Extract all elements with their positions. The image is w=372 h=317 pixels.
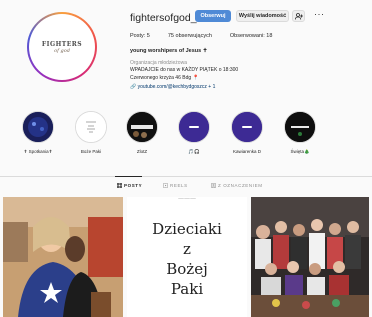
profile-avatar[interactable]: FIGHTERS of god: [27, 12, 97, 82]
profile-stats: Posty: 5 75 obserwujących Obserwowani: 1…: [130, 33, 272, 39]
highlight-label: ZlotZ: [136, 149, 148, 154]
tagged-icon: [211, 183, 216, 188]
post-2-line-1: Dzieciaki: [152, 220, 222, 238]
following-count[interactable]: Obserwowani: 18: [230, 33, 273, 39]
grid-icon: [117, 183, 122, 188]
post-2-line-2: z: [183, 240, 191, 258]
highlight-label: Kawiarenka D: [232, 149, 261, 154]
post-photo-3: [251, 197, 369, 317]
active-tab-indicator: [115, 176, 142, 177]
highlight-label: 🎵🎧: [188, 149, 200, 154]
highlight-zlot[interactable]: ZlotZ: [124, 111, 160, 154]
bio-link[interactable]: 🔗 youtube.com/@kechbydgoszcz + 1: [130, 84, 215, 90]
highlight-label: Święta🎄: [290, 149, 310, 154]
christmas-icon: [284, 111, 316, 143]
tab-tagged-label: Z OZNACZENIEM: [218, 183, 263, 188]
bio-line-schedule: WPADAJCIE do nas w KAŻDY PIĄTEK o 18:300: [130, 67, 239, 73]
post-2-top-decor: ———: [178, 197, 196, 202]
tab-reels-label: REELS: [170, 183, 188, 188]
cross-icon: [22, 111, 54, 143]
highlight-label: Boże Paki: [80, 149, 102, 154]
send-message-button[interactable]: Wyślij wiadomość: [236, 10, 289, 22]
cafe-icon: [231, 111, 263, 143]
follow-button[interactable]: Obserwuj: [195, 10, 231, 22]
suggest-users-button[interactable]: [292, 10, 305, 22]
tab-posts-label: POSTY: [124, 183, 143, 188]
avatar-logo-sub: of god: [54, 47, 70, 54]
avatar-logo-text: FIGHTERS: [41, 40, 83, 48]
avatar-logo: FIGHTERS of god: [29, 14, 95, 80]
highlight-music[interactable]: 🎵🎧: [176, 111, 212, 155]
bio-category: Organizacja młodzieżowa: [130, 60, 187, 66]
bio-line-address: Czerwonego krzyża 46 Bdg 📍: [130, 75, 199, 81]
posts-count[interactable]: Posty: 5: [130, 33, 150, 39]
highlight-label: ✝ Spotkania✝: [23, 149, 53, 154]
post-2-title: Dzieciaki z Bożej Paki: [127, 219, 247, 299]
tab-posts[interactable]: POSTY: [117, 183, 142, 188]
highlight-kawiarenka[interactable]: Kawiarenka D: [229, 111, 265, 154]
profile-username: fightersofgod_: [130, 12, 197, 24]
post-photo-1: [3, 197, 123, 317]
tab-tagged[interactable]: Z OZNACZENIEM: [211, 183, 263, 188]
post-thumbnail-3[interactable]: [251, 197, 369, 317]
more-options-icon[interactable]: ···: [314, 9, 325, 19]
person-plus-icon: [294, 12, 303, 20]
music-icon: [178, 111, 210, 143]
post-2-line-4: Paki: [170, 280, 204, 298]
highlight-boze-paki[interactable]: Boże Paki: [73, 111, 109, 154]
bio-name: young worshipers of Jesus ✝: [130, 48, 208, 54]
followers-count[interactable]: 75 obserwujących: [168, 33, 212, 39]
post-2-line-3: Bożej: [166, 260, 208, 278]
highlight-swieta[interactable]: Święta🎄: [282, 111, 318, 155]
highlight-spotkania[interactable]: ✝ Spotkania✝: [20, 111, 56, 155]
post-thumbnail-1[interactable]: [3, 197, 123, 317]
group-icon: [126, 111, 158, 143]
tabs-divider: [0, 176, 372, 177]
tab-reels[interactable]: REELS: [163, 183, 188, 188]
reels-icon: [163, 183, 168, 188]
gift-icon: [75, 111, 107, 143]
post-thumbnail-2[interactable]: ——— Dzieciaki z Bożej Paki: [127, 197, 247, 317]
